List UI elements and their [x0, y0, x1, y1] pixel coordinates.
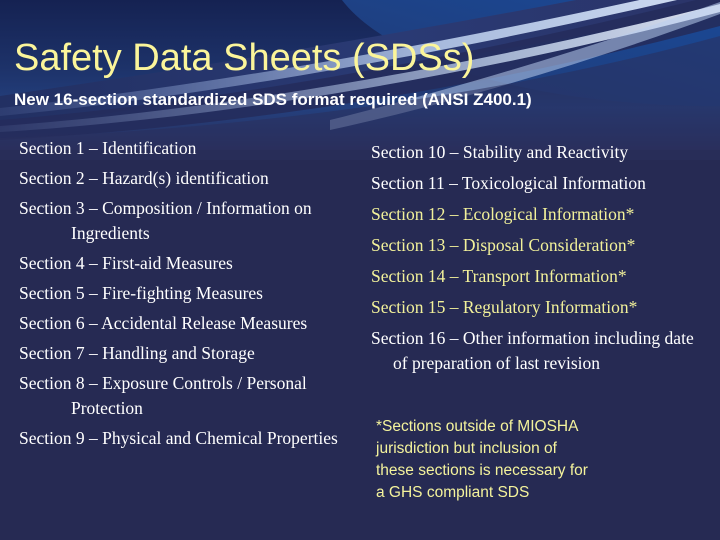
footnote-line: these sections is necessary for	[376, 462, 588, 479]
list-item: Section 13 – Disposal Consideration*	[371, 235, 636, 255]
list-item: Section 7 – Handling and Storage	[19, 343, 255, 363]
list-item: Section 10 – Stability and Reactivity	[371, 142, 629, 162]
list-item: Section 8 – Exposure Controls / Personal…	[19, 373, 307, 418]
footnote-note: *Sections outside of MIOSHA jurisdiction…	[376, 416, 706, 504]
list-item: Section 11 – Toxicological Information	[371, 173, 646, 193]
footnote-line: jurisdiction but inclusion of	[376, 440, 557, 457]
list-item: Section 4 – First-aid Measures	[19, 253, 233, 273]
sections-right-column: Section 10 – Stability and Reactivity Se…	[371, 140, 711, 382]
slide-canvas: Safety Data Sheets (SDSs) New 16-section…	[0, 0, 720, 540]
list-item: Section 3 – Composition / Information on…	[19, 198, 312, 243]
footnote-line: *Sections outside of MIOSHA	[376, 418, 579, 435]
list-item: Section 9 – Physical and Chemical Proper…	[19, 428, 338, 448]
list-item: Section 6 – Accidental Release Measures	[19, 313, 308, 333]
list-item: Section 15 – Regulatory Information*	[371, 297, 638, 317]
list-item: Section 14 – Transport Information*	[371, 266, 627, 286]
list-item: Section 16 – Other information including…	[371, 328, 694, 373]
sections-left-column: Section 1 – Identification Section 2 – H…	[19, 136, 359, 456]
list-item: Section 12 – Ecological Information*	[371, 204, 635, 224]
list-item: Section 2 – Hazard(s) identification	[19, 168, 269, 188]
page-subtitle: New 16-section standardized SDS format r…	[14, 90, 532, 109]
list-item: Section 5 – Fire-fighting Measures	[19, 283, 263, 303]
footnote-line: a GHS compliant SDS	[376, 484, 530, 501]
page-title: Safety Data Sheets (SDSs)	[14, 37, 475, 79]
list-item: Section 1 – Identification	[19, 138, 197, 158]
